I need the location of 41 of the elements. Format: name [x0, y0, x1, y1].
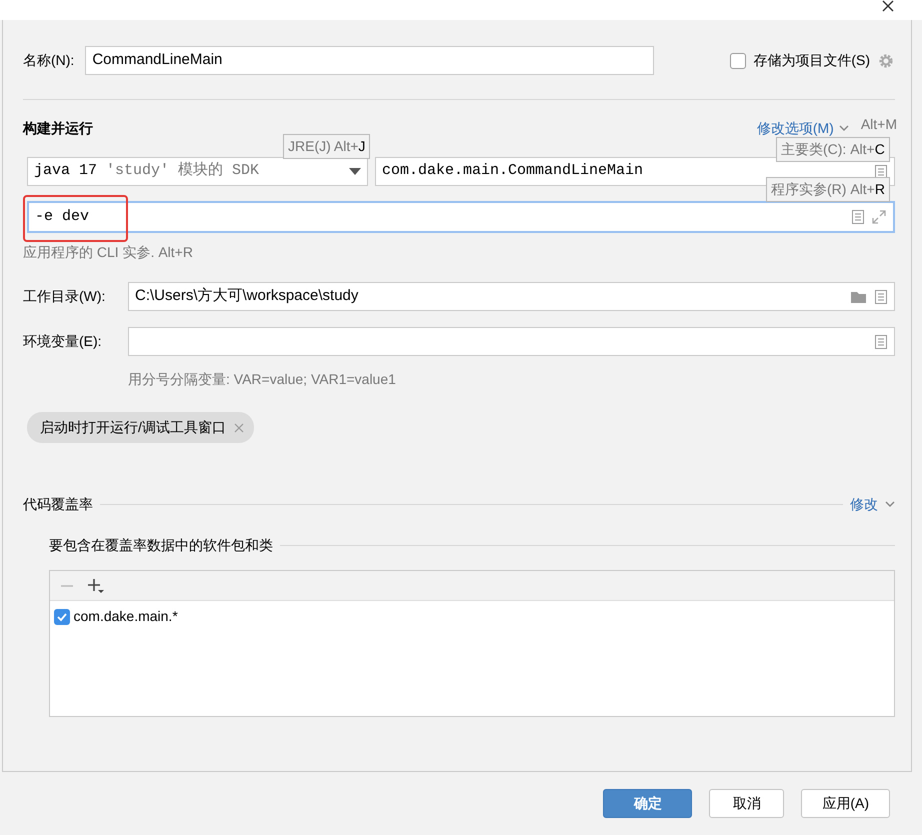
add-icon[interactable] — [88, 578, 104, 594]
field-label: 环境变量(E): — [23, 332, 103, 351]
chip-label: 启动时打开运行/调试工具窗口 — [40, 418, 226, 437]
jre-dropdown[interactable]: java 17 'study' 模块的 SDK — [27, 157, 368, 186]
document-icon[interactable] — [874, 288, 888, 304]
chevron-icon[interactable] — [838, 125, 849, 132]
working-directory-field[interactable]: C:\Users\方大可\workspace\study — [128, 282, 895, 311]
folder-icon[interactable] — [850, 290, 868, 304]
dialog-button[interactable]: 应用(A) — [801, 789, 890, 818]
item-checkbox[interactable] — [54, 608, 70, 624]
document-icon[interactable] — [874, 164, 888, 180]
chevron-icon[interactable] — [885, 501, 895, 508]
section-title: 构建并运行 — [23, 119, 93, 138]
dialog-button[interactable]: 取消 — [709, 789, 784, 818]
arguments-field[interactable]: -e dev — [27, 201, 895, 233]
shortcut-hint: Alt+M — [860, 115, 897, 134]
store-label: 存储为项目文件(S) — [753, 51, 870, 70]
store-checkbox[interactable] — [730, 52, 746, 68]
close-icon[interactable] — [880, 0, 896, 14]
section-title: 代码覆盖率 — [23, 495, 93, 514]
shortcut-tooltip: 主要类(C): Alt+C — [776, 137, 890, 162]
field-label: 工作目录(W): — [23, 287, 106, 306]
modify-options-link[interactable]: 修改选项(M) — [756, 118, 834, 139]
expand-icon[interactable] — [871, 209, 887, 225]
name-field[interactable]: CommandLineMain — [85, 46, 654, 75]
item-label: com.dake.main.* — [74, 607, 178, 626]
document-icon[interactable] — [874, 334, 888, 350]
jre-value: java 17 'study' 模块的 SDK — [34, 160, 260, 182]
settings-icon[interactable] — [877, 52, 895, 70]
shortcut-tooltip: 程序实参(R) Alt+R — [766, 177, 890, 202]
shortcut-tooltip: JRE(J) Alt+J — [283, 134, 370, 159]
subsection-title: 要包含在覆盖率数据中的软件包和类 — [49, 536, 273, 555]
ok-button[interactable]: 确定 — [603, 789, 692, 818]
name-label: 名称(N): — [23, 51, 74, 70]
env-hint: 用分号分隔变量: VAR=value; VAR1=value1 — [128, 370, 397, 389]
option-chip[interactable]: 启动时打开运行/调试工具窗口 — [27, 412, 254, 443]
document-icon[interactable] — [851, 209, 865, 225]
arguments-hint: 应用程序的 CLI 实参. Alt+R — [23, 243, 194, 262]
list-item[interactable]: com.dake.main.* — [50, 601, 894, 632]
caret-icon[interactable] — [349, 168, 361, 176]
modify-link[interactable]: 修改 — [850, 494, 878, 515]
